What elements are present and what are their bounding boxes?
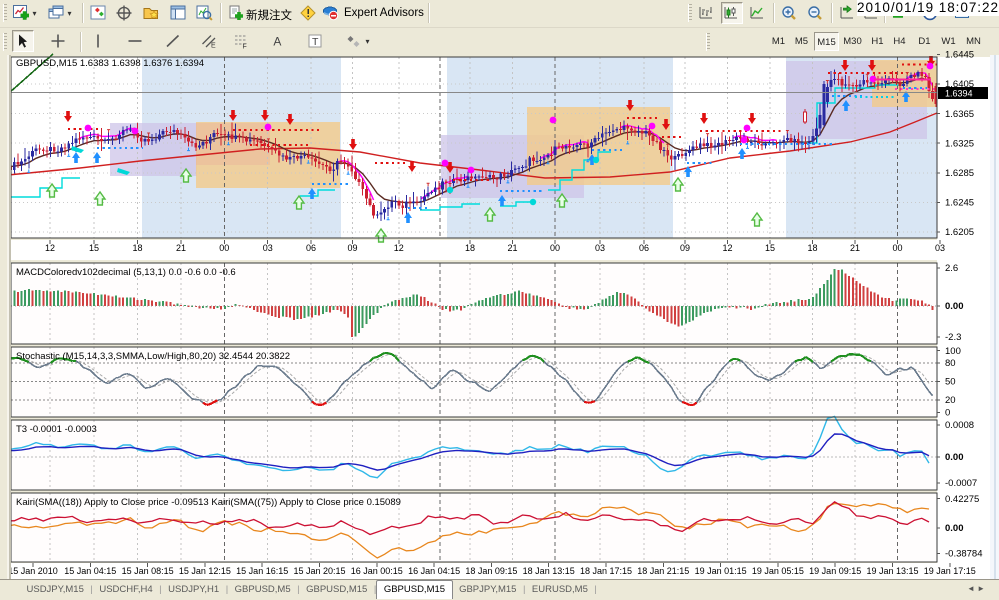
svg-text:1.6245: 1.6245: [945, 198, 974, 209]
svg-text:0: 0: [945, 408, 950, 419]
svg-text:0.42275: 0.42275: [945, 494, 979, 505]
svg-text:21: 21: [507, 243, 517, 253]
svg-text:F: F: [243, 44, 247, 50]
svg-text:0.00: 0.00: [945, 301, 964, 312]
svg-text:15: 15: [765, 243, 775, 253]
svg-text:18 Jan 21:15: 18 Jan 21:15: [637, 566, 689, 576]
svg-text:100: 100: [945, 346, 961, 357]
svg-text:0.00: 0.00: [945, 452, 964, 463]
svg-text:50: 50: [945, 377, 956, 388]
svg-text:09: 09: [347, 243, 357, 253]
svg-text:18 Jan 09:15: 18 Jan 09:15: [465, 566, 517, 576]
svg-text:15 Jan 16:15: 15 Jan 16:15: [236, 566, 288, 576]
svg-text:80: 80: [945, 358, 956, 369]
svg-text:12: 12: [394, 243, 404, 253]
svg-text:21: 21: [176, 243, 186, 253]
svg-text:00: 00: [219, 243, 229, 253]
svg-text:A: A: [273, 35, 281, 49]
svg-text:1.6205: 1.6205: [945, 227, 974, 238]
svg-text:18: 18: [807, 243, 817, 253]
svg-text:18: 18: [465, 243, 475, 253]
svg-text:Stochastic (M15,14,3,3,SMMA,Lo: Stochastic (M15,14,3,3,SMMA,Low/High,80,…: [16, 351, 290, 362]
svg-text:19 Jan 17:15: 19 Jan 17:15: [924, 566, 976, 576]
svg-text:03: 03: [263, 243, 273, 253]
svg-text:16 Jan 04:15: 16 Jan 04:15: [408, 566, 460, 576]
svg-text:15 Jan 12:15: 15 Jan 12:15: [179, 566, 231, 576]
svg-text:Kairi(SMA((18)) Apply to Close: Kairi(SMA((18)) Apply to Close price -0.…: [16, 497, 401, 508]
svg-text:2.6: 2.6: [945, 263, 958, 274]
svg-text:19 Jan 01:15: 19 Jan 01:15: [695, 566, 747, 576]
svg-text:1.6365: 1.6365: [945, 109, 974, 120]
svg-text:03: 03: [935, 243, 945, 253]
svg-text:-0.0007: -0.0007: [945, 478, 977, 489]
svg-text:18 Jan 13:15: 18 Jan 13:15: [523, 566, 575, 576]
svg-text:03: 03: [595, 243, 605, 253]
svg-text:19 Jan 13:15: 19 Jan 13:15: [866, 566, 918, 576]
svg-text:E: E: [211, 43, 216, 50]
svg-text:15 Jan 08:15: 15 Jan 08:15: [122, 566, 174, 576]
svg-text:0.00: 0.00: [945, 523, 964, 534]
svg-text:1.6285: 1.6285: [945, 168, 974, 179]
svg-text:12: 12: [722, 243, 732, 253]
svg-text:19 Jan 09:15: 19 Jan 09:15: [809, 566, 861, 576]
svg-text:06: 06: [639, 243, 649, 253]
svg-text:12: 12: [45, 243, 55, 253]
svg-text:1.6445: 1.6445: [945, 50, 974, 61]
svg-text:GBPUSD,M15 1.6383 1.6398 1.63: GBPUSD,M15 1.6383 1.6398 1.6376 1.6394: [16, 58, 204, 69]
svg-text:T3 -0.0001 -0.0003: T3 -0.0001 -0.0003: [16, 424, 97, 435]
svg-text:06: 06: [306, 243, 316, 253]
svg-text:-0.38784: -0.38784: [945, 549, 983, 560]
svg-text:21: 21: [850, 243, 860, 253]
svg-text:20: 20: [945, 395, 956, 406]
svg-text:15 Jan 2010: 15 Jan 2010: [8, 566, 58, 576]
svg-text:-2.3: -2.3: [945, 332, 961, 343]
svg-text:1.6325: 1.6325: [945, 138, 974, 149]
svg-text:T: T: [312, 36, 319, 48]
svg-text:1.6394: 1.6394: [945, 89, 973, 99]
svg-text:18: 18: [132, 243, 142, 253]
svg-text:15 Jan 04:15: 15 Jan 04:15: [64, 566, 116, 576]
svg-text:16 Jan 00:15: 16 Jan 00:15: [351, 566, 403, 576]
svg-text:19 Jan 05:15: 19 Jan 05:15: [752, 566, 804, 576]
svg-text:18 Jan 17:15: 18 Jan 17:15: [580, 566, 632, 576]
svg-text:15: 15: [89, 243, 99, 253]
svg-text:00: 00: [892, 243, 902, 253]
svg-text:MACDColoredv102decimal (5,13,1: MACDColoredv102decimal (5,13,1) 0.0 -0.6…: [16, 267, 236, 278]
svg-text:0.0008: 0.0008: [945, 420, 974, 431]
svg-text:00: 00: [550, 243, 560, 253]
svg-text:15 Jan 20:15: 15 Jan 20:15: [293, 566, 345, 576]
svg-text:09: 09: [680, 243, 690, 253]
